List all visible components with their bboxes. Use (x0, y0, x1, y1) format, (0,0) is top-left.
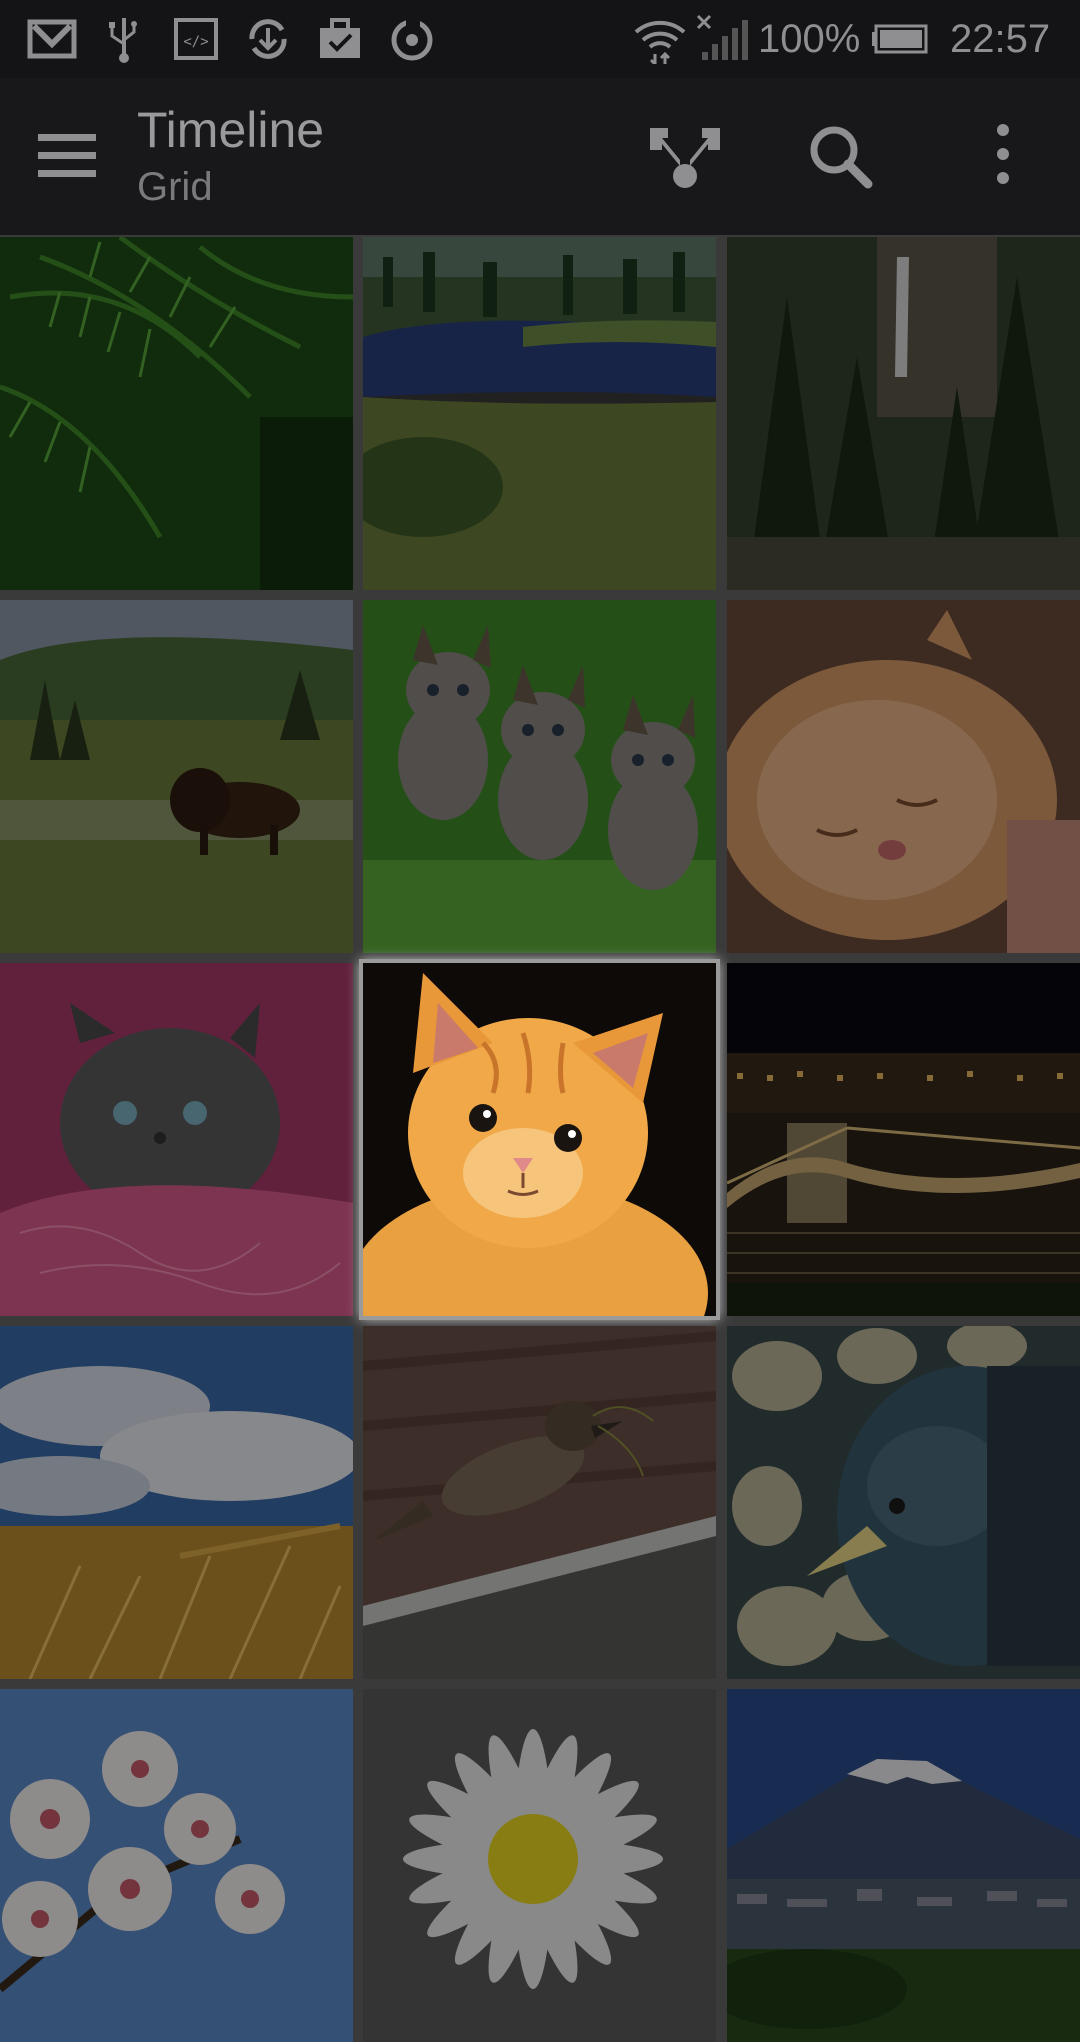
menu-button[interactable] (22, 116, 112, 196)
photo-tile-daisy[interactable] (363, 1689, 716, 2042)
overflow-menu-button[interactable] (958, 116, 1048, 196)
svg-text:</>: </> (183, 34, 208, 50)
battery-percent: 100% (758, 17, 861, 61)
page-title: Timeline (137, 102, 325, 158)
clock: 22:57 (950, 17, 1051, 61)
filter-merge-button[interactable] (640, 116, 730, 196)
filter-merge-icon (650, 128, 720, 188)
usb-icon (98, 14, 150, 64)
briefcase-check-icon (314, 14, 366, 64)
developer-icon: </> (170, 14, 222, 64)
photo-tile-orange-kitten[interactable] (363, 963, 716, 1316)
gmail-icon (26, 14, 78, 64)
photo-tile-river[interactable] (363, 237, 716, 590)
refresh-circle-icon (386, 14, 438, 64)
photo-tile-fern[interactable] (0, 237, 353, 590)
app-bar: Timeline Grid (0, 78, 1080, 235)
photo-tile-blossoms[interactable] (0, 1689, 353, 2042)
no-signal-icon (696, 14, 748, 64)
page-subtitle: Grid (137, 165, 213, 209)
photo-tile-kittens[interactable] (363, 600, 716, 953)
photo-tile-wheat-sky[interactable] (0, 1326, 353, 1679)
photo-tile-mount-fuji[interactable] (727, 1689, 1080, 2042)
photo-tile-bison[interactable] (0, 600, 353, 953)
search-button[interactable] (796, 116, 886, 196)
sync-download-icon (242, 14, 294, 64)
photo-tile-sleeping-kitten[interactable] (727, 600, 1080, 953)
photo-tile-bird-stones[interactable] (727, 1326, 1080, 1679)
status-bar: </> 100% 22:57 (0, 0, 1080, 78)
overflow-icon (997, 124, 1009, 184)
photo-tile-waterfall[interactable] (727, 237, 1080, 590)
photo-tile-sparrow[interactable] (363, 1326, 716, 1679)
photo-grid[interactable] (0, 235, 1080, 2042)
photo-tile-bridge-night[interactable] (727, 963, 1080, 1316)
battery-icon (870, 14, 930, 64)
wifi-icon (630, 14, 690, 66)
photo-tile-grey-kitten[interactable] (0, 963, 353, 1316)
menu-icon (38, 134, 96, 177)
search-icon (810, 126, 873, 189)
